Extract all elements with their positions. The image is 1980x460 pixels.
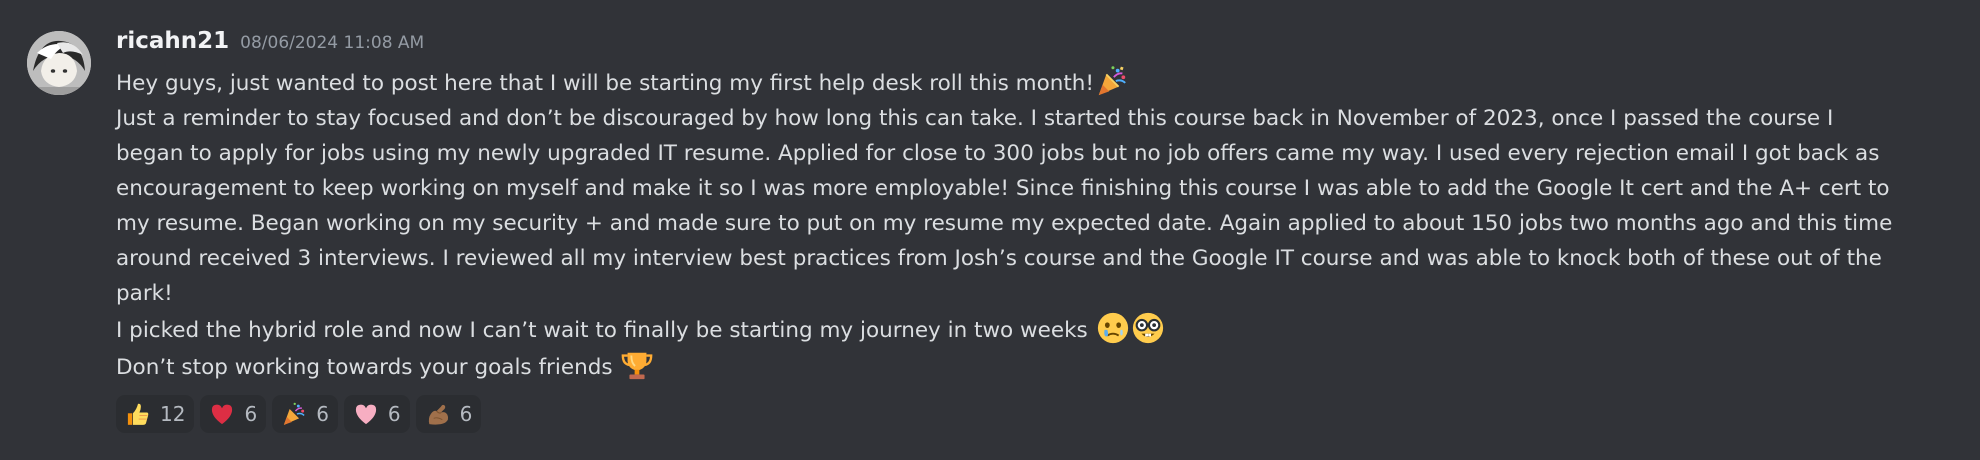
reaction-thumbs-up[interactable]: 12 (116, 395, 195, 433)
username[interactable]: ricahn21 (116, 28, 229, 54)
reaction-count: 6 (244, 402, 258, 426)
reaction-count: 12 (160, 402, 186, 426)
reaction-red-heart[interactable]: 6 (200, 395, 267, 433)
reaction-count: 6 (316, 402, 329, 426)
timestamp[interactable]: 08/06/2024 11:08 AM (240, 33, 424, 53)
message-text: Hey guys, just wanted to post here that … (116, 71, 1095, 96)
reaction-flexed-biceps[interactable]: 6 (415, 395, 482, 433)
message-text: Don’t stop working towards your goals fr… (116, 355, 613, 380)
chat-message: ricahn21 08/06/2024 11:08 AM Hey guys, j… (0, 0, 1980, 460)
trophy-icon[interactable] (620, 348, 654, 382)
message-body: Hey guys, just wanted to post here that … (116, 64, 1916, 385)
party-popper-icon[interactable] (1095, 64, 1129, 98)
thumbs-up-icon (125, 401, 151, 427)
message-line: Just a reminder to stay focused and don’… (116, 106, 1834, 131)
pink-heart-icon (353, 401, 379, 427)
message-line: began to apply for jobs using my newly u… (116, 141, 1880, 166)
message-line: encouragement to keep working on myself … (116, 176, 1890, 201)
message-text: I picked the hybrid role and now I can’t… (116, 318, 1088, 343)
red-heart-icon (209, 401, 235, 427)
party-popper-icon (281, 401, 307, 427)
message-content: ricahn21 08/06/2024 11:08 AM Hey guys, j… (116, 28, 1976, 433)
reaction-pink-heart[interactable]: 6 (343, 395, 410, 433)
message-line: I picked the hybrid role and now I can’t… (116, 311, 1916, 348)
message-header: ricahn21 08/06/2024 11:08 AM (116, 28, 1976, 64)
message-line: around received 3 interviews. I reviewed… (116, 246, 1882, 271)
reaction-count: 6 (459, 402, 473, 426)
message-line: Don’t stop working towards your goals fr… (116, 348, 1916, 385)
reaction-count: 6 (387, 402, 401, 426)
avatar[interactable] (27, 31, 91, 95)
holding-back-tears-icon[interactable] (1096, 311, 1130, 345)
message-line: park! (116, 281, 173, 306)
message-line: Hey guys, just wanted to post here that … (116, 64, 1916, 101)
reaction-party-popper[interactable]: 6 (272, 395, 338, 433)
nerd-face-icon[interactable] (1131, 311, 1165, 345)
flexed-biceps-icon (425, 401, 451, 427)
message-line: my resume. Began working on my security … (116, 211, 1893, 236)
reactions-bar: 12 6 6 6 6 (116, 395, 1976, 433)
